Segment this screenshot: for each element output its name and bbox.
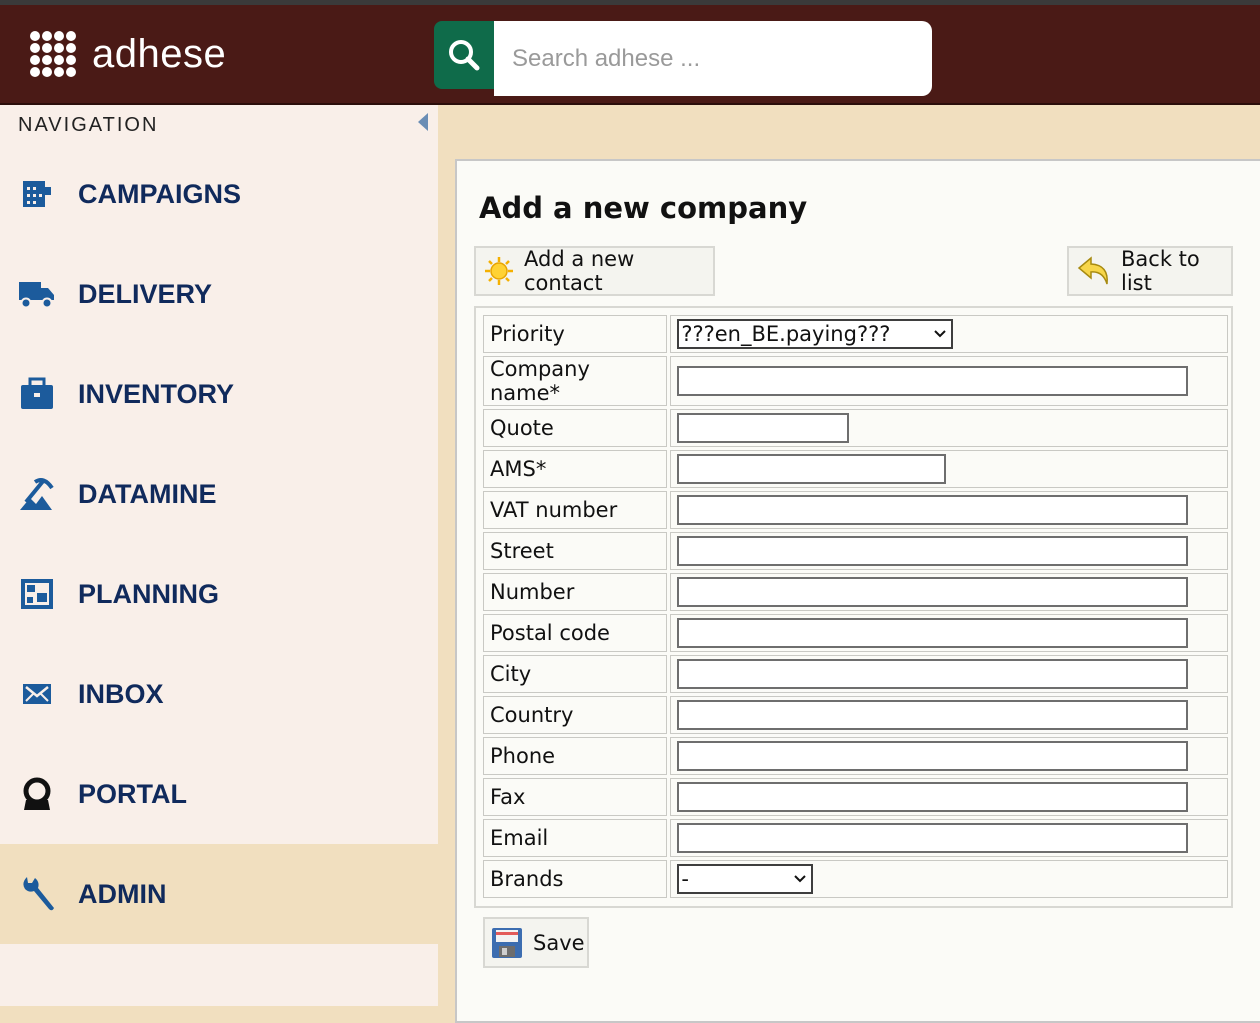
- quote-field[interactable]: [677, 413, 850, 443]
- planning-board-icon: [18, 575, 56, 613]
- save-label: Save: [533, 930, 585, 955]
- street-label: Street: [483, 532, 668, 570]
- priority-label: Priority: [483, 315, 668, 353]
- nav-label-delivery: DELIVERY: [78, 278, 213, 309]
- form-row-city: City: [483, 655, 1228, 693]
- nav-label-datamine: DATAMINE: [78, 478, 217, 509]
- chevron-down-icon: [794, 875, 807, 883]
- nav-item-inventory[interactable]: INVENTORY: [0, 344, 438, 444]
- adhese-dots-logo-icon: [30, 31, 76, 77]
- logo-text: adhese: [92, 31, 227, 76]
- email-label: Email: [483, 819, 668, 857]
- country-label: Country: [483, 696, 668, 734]
- ams-label: AMS*: [483, 450, 668, 488]
- form-row-fax: Fax: [483, 778, 1228, 816]
- nav-item-planning[interactable]: PLANNING: [0, 544, 438, 644]
- navigation-title: NAVIGATION: [18, 114, 159, 136]
- nav-label-inbox: INBOX: [78, 678, 164, 709]
- company-name-label: Company name*: [483, 356, 668, 406]
- brands-selected-value: -: [681, 867, 689, 891]
- brands-label: Brands: [483, 860, 668, 898]
- form-row-ams: AMS*: [483, 450, 1228, 488]
- page-title: Add a new company: [479, 191, 808, 225]
- navigation-sidebar: NAVIGATION CAMPAIGNS DELIVERY INVENTORY …: [0, 105, 438, 1006]
- back-arrow-icon: [1077, 255, 1111, 287]
- email-field[interactable]: [677, 823, 1189, 853]
- search-icon: [449, 40, 480, 71]
- back-to-list-label: Back to list: [1121, 247, 1200, 295]
- adhese-logo[interactable]: adhese: [28, 29, 226, 79]
- campaigns-icon: [18, 175, 56, 213]
- number-label: Number: [483, 573, 668, 611]
- form-row-vat-number: VAT number: [483, 491, 1228, 529]
- form-row-street: Street: [483, 532, 1228, 570]
- nav-item-admin[interactable]: ADMIN: [0, 844, 438, 944]
- fax-field[interactable]: [677, 782, 1189, 812]
- brands-select[interactable]: -: [677, 864, 814, 894]
- floppy-disk-icon: [491, 927, 523, 959]
- nav-label-admin: ADMIN: [78, 878, 167, 909]
- number-field[interactable]: [677, 577, 1189, 607]
- nav-item-datamine[interactable]: DATAMINE: [0, 444, 438, 544]
- collapse-sidebar-icon[interactable]: [418, 113, 428, 131]
- search-box: [494, 21, 932, 96]
- vat-number-field[interactable]: [677, 495, 1189, 525]
- wrench-icon: [18, 875, 56, 913]
- pickaxe-icon: [18, 475, 56, 513]
- fax-label: Fax: [483, 778, 668, 816]
- city-field[interactable]: [677, 659, 1189, 689]
- postal-code-field[interactable]: [677, 618, 1189, 648]
- ams-field[interactable]: [677, 454, 947, 484]
- search-input[interactable]: [494, 21, 912, 96]
- nav-item-portal[interactable]: PORTAL: [0, 744, 438, 844]
- nav-item-inbox[interactable]: INBOX: [0, 644, 438, 744]
- form-row-company-name: Company name*: [483, 356, 1228, 406]
- portal-icon: [18, 775, 56, 813]
- priority-select[interactable]: ???en_BE.paying???: [677, 319, 954, 349]
- form-row-quote: Quote: [483, 409, 1228, 447]
- phone-field[interactable]: [677, 741, 1189, 771]
- street-field[interactable]: [677, 536, 1189, 566]
- form-row-email: Email: [483, 819, 1228, 857]
- form-row-postal-code: Postal code: [483, 614, 1228, 652]
- truck-icon: [18, 275, 56, 313]
- city-label: City: [483, 655, 668, 693]
- nav-item-campaigns[interactable]: CAMPAIGNS: [0, 144, 438, 244]
- nav-label-portal: PORTAL: [78, 778, 187, 809]
- add-contact-label: Add a new contact: [524, 247, 635, 295]
- nav-label-planning: PLANNING: [78, 578, 219, 609]
- briefcase-icon: [18, 375, 56, 413]
- nav-label-inventory: INVENTORY: [78, 378, 235, 409]
- postal-code-label: Postal code: [483, 614, 668, 652]
- add-company-panel: Add a new company Add a new contact Back…: [455, 159, 1260, 1023]
- save-button[interactable]: Save: [483, 917, 589, 968]
- phone-label: Phone: [483, 737, 668, 775]
- vat-number-label: VAT number: [483, 491, 668, 529]
- envelope-icon: [18, 675, 56, 713]
- form-row-number: Number: [483, 573, 1228, 611]
- nav-item-delivery[interactable]: DELIVERY: [0, 244, 438, 344]
- company-name-field[interactable]: [677, 366, 1189, 396]
- form-row-priority: Priority ???en_BE.paying???: [483, 315, 1228, 353]
- form-row-country: Country: [483, 696, 1228, 734]
- form-row-brands: Brands -: [483, 860, 1228, 898]
- chevron-down-icon: [934, 330, 947, 338]
- sun-icon: [484, 256, 514, 286]
- form-row-phone: Phone: [483, 737, 1228, 775]
- nav-label-campaigns: CAMPAIGNS: [78, 178, 242, 209]
- search-button[interactable]: [434, 21, 494, 89]
- country-field[interactable]: [677, 700, 1189, 730]
- company-form: Priority ???en_BE.paying??? Company name…: [474, 306, 1233, 908]
- priority-selected-value: ???en_BE.paying???: [681, 322, 891, 346]
- quote-label: Quote: [483, 409, 668, 447]
- top-header: adhese: [0, 5, 1260, 105]
- back-to-list-button[interactable]: Back to list: [1067, 246, 1233, 296]
- add-contact-button[interactable]: Add a new contact: [474, 246, 715, 296]
